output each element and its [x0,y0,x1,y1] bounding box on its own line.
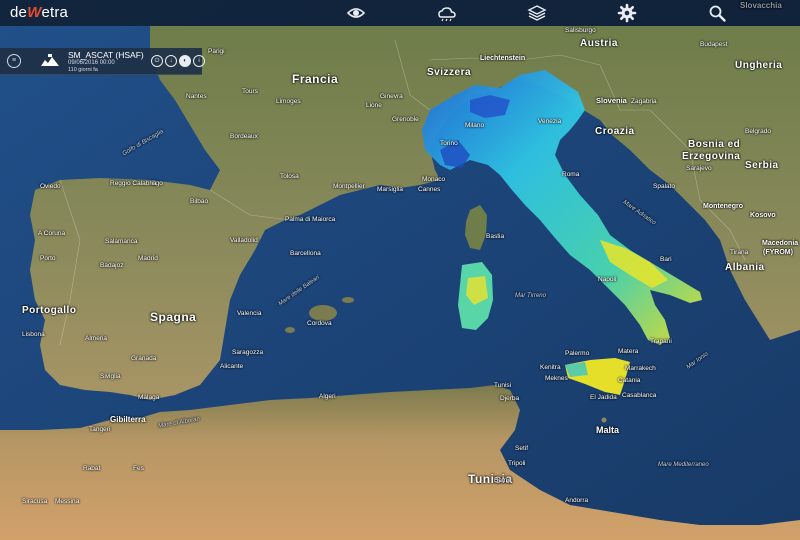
layer-age: 110 giorni fa [68,67,98,73]
layers-icon[interactable] [527,3,547,23]
layer-opacity-button[interactable]: ◐ [179,55,191,67]
layer-panel: ≡ SM_ASCAT (HSAF) 09/06/2016 00:00 110 g… [0,48,205,75]
layer-info-button[interactable]: i [193,55,205,67]
layer-name: SM_ASCAT (HSAF) [68,50,144,60]
layer-menu-button[interactable]: ≡ [7,54,21,68]
top-toolbar: deWetra [0,0,800,26]
ibiza-land [285,327,295,333]
layer-power-button[interactable]: ⏻ [151,55,163,67]
weather-icon[interactable] [437,3,457,23]
layer-download-button[interactable]: ↓ [165,55,177,67]
search-icon[interactable] [707,3,727,23]
mallorca-land [309,305,337,321]
layer-date: 09/06/2016 00:00 [68,60,115,66]
gear-icon[interactable] [617,3,637,23]
logo-suffix: etra [41,4,69,21]
logo-highlight: W [27,4,42,21]
satellite-icon [41,54,59,66]
map-canvas[interactable] [0,0,800,540]
malta-land [601,417,607,423]
eye-icon[interactable] [346,3,366,23]
menorca-land [342,297,354,303]
logo-prefix: de [10,4,28,21]
app-logo[interactable]: deWetra [10,4,68,21]
